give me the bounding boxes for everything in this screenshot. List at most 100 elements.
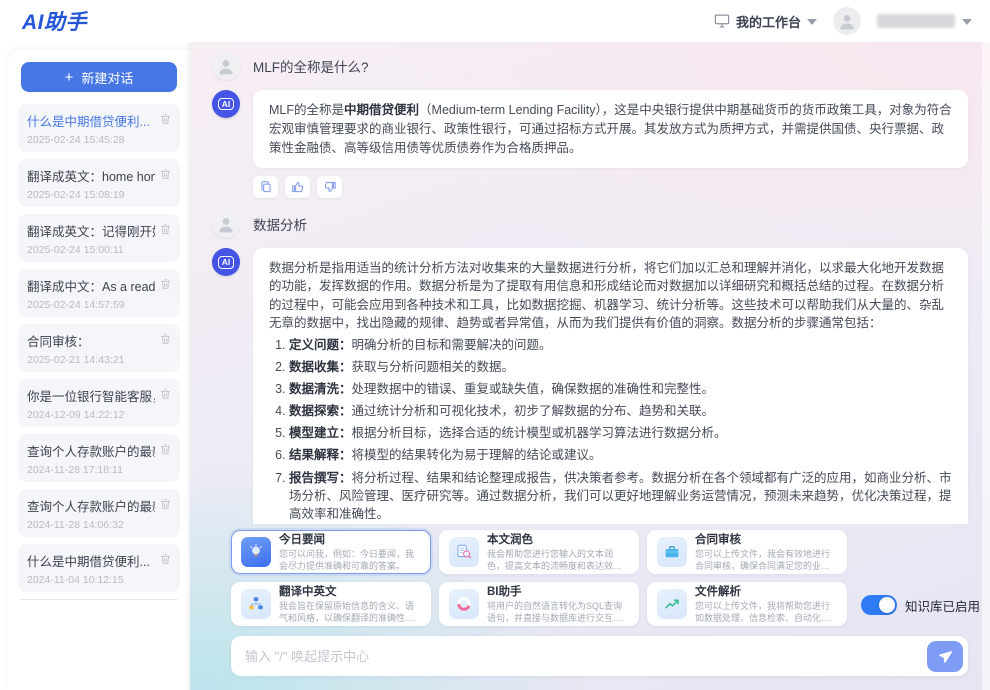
trash-icon[interactable] [159, 167, 172, 181]
conversation-title: 翻译成中文：As a reader... [27, 276, 155, 295]
conversation-title: 你是一位银行智能客服，... [27, 386, 155, 405]
paper-plane-icon [937, 648, 953, 664]
card-title: 文件解析 [695, 583, 837, 599]
person-icon [216, 214, 236, 234]
list-item: 模型建立：根据分析目标，选择合适的统计模型或机器学习算法进行数据分析。 [289, 424, 952, 442]
card-desc: 您可以上传文件，我会有效地进行合同审核，确保合同满足您的业务需求。 [695, 549, 837, 572]
conversation-time: 2024-11-04 10:12:15 [27, 574, 171, 586]
message-list: MLF的全称是什么? AI MLF的全称是中期借贷便利（Medium-term … [190, 42, 990, 524]
ai-message: AI MLF的全称是中期借贷便利（Medium-term Lending Fac… [212, 90, 968, 168]
list-item: 定义问题：明确分析的目标和需要解决的问题。 [289, 336, 952, 354]
conversation-time: 2025-02-24 15:08:19 [27, 189, 171, 201]
trash-icon[interactable] [159, 112, 172, 126]
user-avatar [212, 210, 240, 238]
card-title: BI助手 [487, 583, 629, 599]
ai-avatar: AI [212, 90, 240, 118]
person-icon [216, 56, 236, 76]
trend-arrow-icon [657, 589, 687, 619]
conversation-title: 翻译成英文：home home [27, 166, 155, 185]
message-actions [253, 176, 968, 198]
thumbs-up-button[interactable] [285, 176, 310, 198]
user-message-text: MLF的全称是什么? [253, 56, 369, 76]
thumbs-down-button[interactable] [317, 176, 342, 198]
user-message-text: 数据分析 [253, 214, 307, 234]
card-desc: 将用户的自然语言转化为SQL查询语句，并直接与数据库进行交互，返回智能推荐的图表… [487, 601, 629, 624]
conversation-item[interactable]: 合同审核： 2025-02-21 14:43:21 [18, 324, 180, 372]
conversation-title: 翻译成英文：记得刚开始... [27, 221, 155, 240]
ai-message-bubble: 数据分析是指用适当的统计分析方法对收集来的大量数据进行分析，将它们加以汇总和理解… [253, 248, 968, 524]
conversation-title: 查询个人存款账户的最新... [27, 441, 155, 460]
knowledge-base-toggle-row: 知识库已启用 [861, 595, 980, 615]
user-message: MLF的全称是什么? [212, 52, 968, 80]
ai-text: MLF的全称是 [269, 103, 344, 117]
trash-icon[interactable] [159, 222, 172, 236]
sidebar: + 新建对话 什么是中期借贷便利... 2025-02-24 15:45:28 … [0, 42, 190, 690]
workspace-menu[interactable]: 我的工作台 [714, 12, 817, 31]
sidebar-divider [20, 599, 178, 600]
trash-icon[interactable] [159, 442, 172, 456]
ai-avatar: AI [212, 248, 240, 276]
card-desc: 您可以上传文件，我将帮助您进行如数据处理、信息检索、自动化办公等。 [695, 601, 837, 624]
composer [231, 636, 968, 676]
conversation-item[interactable]: 什么是中期借贷便利... 2024-11-04 10:12:15 [18, 544, 180, 592]
bulb-icon [241, 537, 271, 567]
conversation-title: 查询个人存款账户的最新... [27, 496, 155, 515]
composer-area: 今日要闻 您可以问我，例如：今日要闻，我会尽力提供准确和可靠的答案。 本文润色 … [190, 524, 990, 690]
card-title: 本文润色 [487, 531, 629, 547]
conversation-item[interactable]: 翻译成中文：As a reader... 2025-02-24 14:57:59 [18, 269, 180, 317]
list-item: 数据探索：通过统计分析和可视化技术，初步了解数据的分布、趋势和关联。 [289, 402, 952, 420]
trash-icon[interactable] [159, 387, 172, 401]
conversation-title: 合同审核： [27, 331, 155, 350]
card-text-polish[interactable]: 本文润色 我会帮助您进行您输入的文本润色，提高文本的流畅度和表达效果。 [439, 530, 639, 574]
card-contract-review[interactable]: 合同审核 您可以上传文件，我会有效地进行合同审核，确保合同满足您的业务需求。 [647, 530, 847, 574]
conversation-item[interactable]: 翻译成英文：home home 2025-02-24 15:08:19 [18, 159, 180, 207]
polish-doc-icon [449, 537, 479, 567]
trash-icon[interactable] [159, 497, 172, 511]
new-chat-button[interactable]: + 新建对话 [21, 62, 177, 92]
thumbs-up-icon [291, 180, 305, 194]
list-item: 数据收集：获取与分析问题相关的数据。 [289, 358, 952, 376]
scrollbar[interactable] [982, 42, 990, 690]
list-item: 结果解释：将模型的结果转化为易于理解的结论或建议。 [289, 446, 952, 464]
conversation-item[interactable]: 翻译成英文：记得刚开始... 2025-02-24 15:00:11 [18, 214, 180, 262]
conversation-item[interactable]: 什么是中期借贷便利... 2025-02-24 15:45:28 [18, 104, 180, 152]
quick-prompt-cards: 今日要闻 您可以问我，例如：今日要闻，我会尽力提供准确和可靠的答案。 本文润色 … [231, 530, 847, 626]
thumbs-down-icon [323, 180, 337, 194]
ai-message-bubble: MLF的全称是中期借贷便利（Medium-term Lending Facili… [253, 90, 968, 168]
workspace-label: 我的工作台 [736, 12, 801, 31]
conversation-item[interactable]: 你是一位银行智能客服，... 2024-12-09 14:22:12 [18, 379, 180, 427]
card-desc: 我会帮助您进行您输入的文本润色，提高文本的流畅度和表达效果。 [487, 549, 629, 572]
app-window: AI助手 我的工作台 + 新建对话 [0, 0, 990, 690]
card-translate[interactable]: 翻译中英文 我会旨在保留原始信息的含义、语气和风格，以确保翻译的准确性和自然流畅… [231, 582, 431, 626]
copy-button[interactable] [253, 176, 278, 198]
briefcase-icon [657, 537, 687, 567]
ai-logo-icon: AI [218, 256, 234, 269]
plus-icon: + [65, 70, 74, 85]
conversation-item[interactable]: 查询个人存款账户的最新... 2024-11-28 17:18:11 [18, 434, 180, 482]
card-title: 合同审核 [695, 531, 837, 547]
translate-icon [241, 589, 271, 619]
list-item: 报告撰写：将分析过程、结果和结论整理成报告，供决策者参考。数据分析在各个领域都有… [289, 469, 952, 523]
card-title: 翻译中英文 [279, 583, 421, 599]
user-avatar [212, 52, 240, 80]
trash-icon[interactable] [159, 552, 172, 566]
new-chat-label: 新建对话 [81, 68, 133, 87]
conversation-time: 2025-02-24 15:45:28 [27, 134, 171, 146]
conversation-item[interactable]: 查询个人存款账户的最新... 2024-11-28 14:06:32 [18, 489, 180, 537]
trash-icon[interactable] [159, 277, 172, 291]
card-bi-assistant[interactable]: BI助手 将用户的自然语言转化为SQL查询语句，并直接与数据库进行交互，返回智能… [439, 582, 639, 626]
user-avatar[interactable] [833, 7, 861, 35]
ai-text: 数据分析是指用适当的统计分析方法对收集来的大量数据进行分析，将它们加以汇总和理解… [269, 261, 944, 329]
knowledge-base-toggle[interactable] [861, 595, 897, 615]
list-item: 数据清洗：处理数据中的错误、重复或缺失值，确保数据的准确性和完整性。 [289, 380, 952, 398]
trash-icon[interactable] [159, 332, 172, 346]
card-desc: 我会旨在保留原始信息的含义、语气和风格，以确保翻译的准确性和自然流畅。 [279, 601, 421, 624]
account-menu[interactable] [877, 14, 972, 28]
conversation-time: 2024-11-28 14:06:32 [27, 519, 171, 531]
card-today-news[interactable]: 今日要闻 您可以问我，例如：今日要闻，我会尽力提供准确和可靠的答案。 [231, 530, 431, 574]
conversation-title: 什么是中期借贷便利... [27, 111, 155, 130]
send-button[interactable] [927, 641, 963, 672]
card-file-parse[interactable]: 文件解析 您可以上传文件，我将帮助您进行如数据处理、信息检索、自动化办公等。 [647, 582, 847, 626]
chat-input[interactable] [245, 649, 927, 664]
conversation-time: 2025-02-24 15:00:11 [27, 244, 171, 256]
